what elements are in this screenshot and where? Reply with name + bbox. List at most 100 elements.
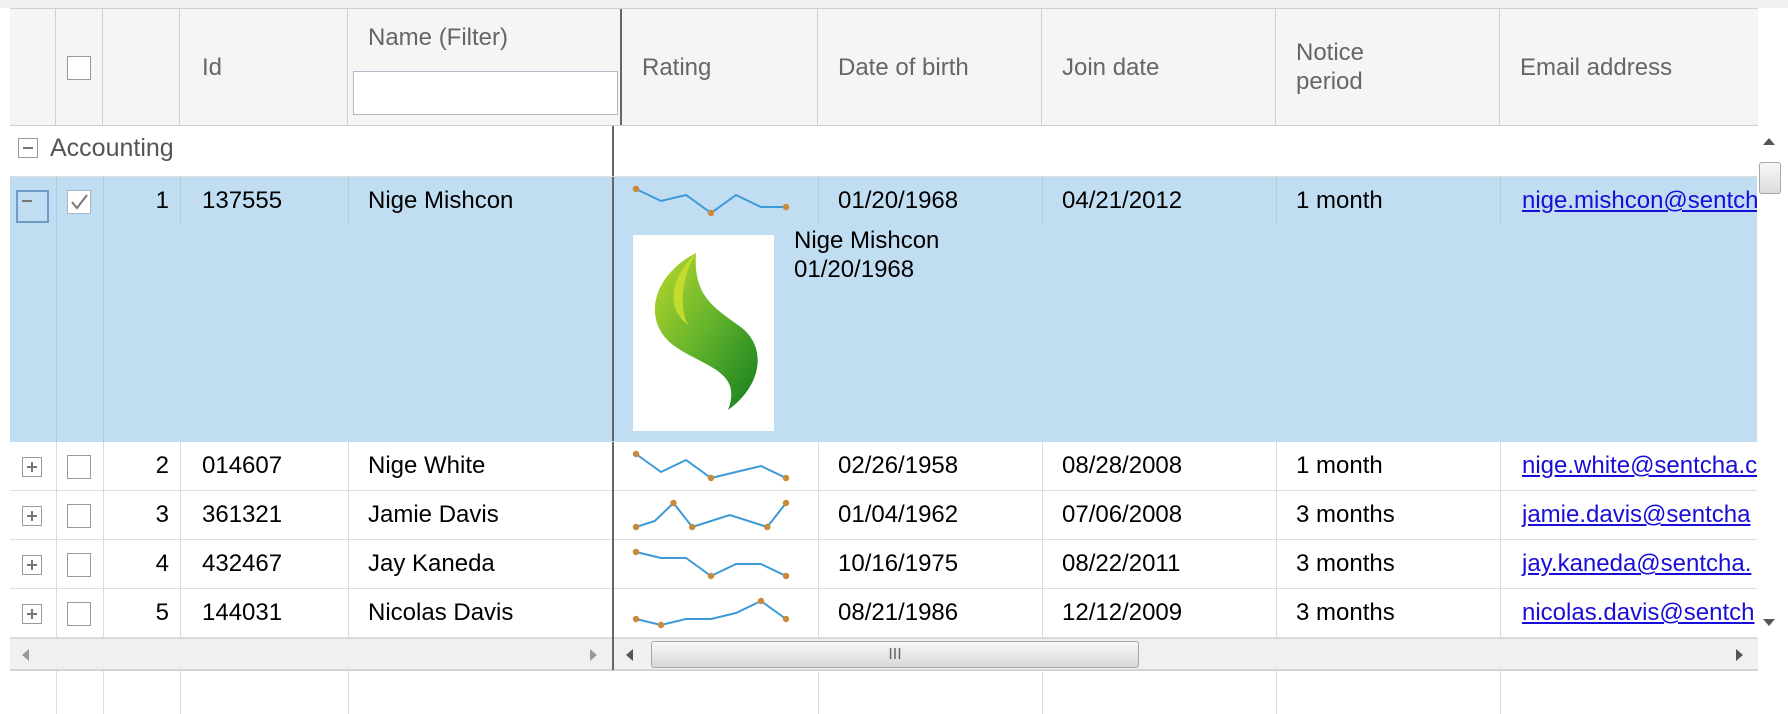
email-link[interactable]: nige.white@sentcha.c xyxy=(1522,452,1757,479)
row-collapse-icon[interactable] xyxy=(16,190,49,223)
sparkline-line xyxy=(635,501,787,529)
row-id: 361321 xyxy=(202,501,283,528)
table-row[interactable]: 3 361321 Jamie Davis 01/04/1962 07/06/20… xyxy=(10,491,1757,540)
row-join: 04/21/2012 xyxy=(1062,187,1183,214)
row-join: 07/06/2008 xyxy=(1062,501,1183,528)
row-id: 432467 xyxy=(202,550,283,577)
grid-header: Id Name (Filter) Rating Date of birth Jo… xyxy=(10,8,1758,126)
row-number: 2 xyxy=(155,452,169,479)
table-row[interactable]: 2 014607 Nige White 02/26/1958 08/28/200… xyxy=(10,442,1757,491)
header-name-label: Name (Filter) xyxy=(368,24,509,51)
header-select-col xyxy=(56,9,103,125)
row-expand-icon[interactable] xyxy=(22,457,42,477)
row-expand-icon[interactable] xyxy=(22,555,42,575)
scroll-left-arrow-icon[interactable] xyxy=(22,649,29,661)
sparkline-line xyxy=(635,599,787,627)
sparkline-point xyxy=(757,597,765,605)
row-number: 4 xyxy=(155,550,169,577)
group-name: Accounting xyxy=(50,134,174,162)
sparkline-point xyxy=(707,572,715,580)
row-number: 5 xyxy=(155,599,169,626)
sparkline-point xyxy=(782,499,790,507)
row-notice: 3 months xyxy=(1296,599,1395,626)
row-notice: 1 month xyxy=(1296,452,1383,479)
sparkline-point xyxy=(632,615,640,623)
row-dob: 08/21/1986 xyxy=(838,599,959,626)
sparkline-line xyxy=(635,188,786,215)
row-name: Nige Mishcon xyxy=(368,187,514,214)
checkmark-icon xyxy=(71,194,88,210)
horizontal-scrollbar-locked[interactable] xyxy=(10,638,612,670)
sparkline-point xyxy=(632,450,640,458)
header-email[interactable]: Email address xyxy=(1500,9,1758,125)
row-name: Jamie Davis xyxy=(368,501,499,528)
scroll-right-arrow-icon[interactable] xyxy=(590,649,597,661)
scroll-up-arrow-icon[interactable] xyxy=(1763,138,1775,145)
row-name: Nige White xyxy=(368,452,486,479)
row-dob: 01/20/1968 xyxy=(838,187,959,214)
horizontal-scroll-thumb[interactable]: III xyxy=(651,641,1139,668)
sparkline-point xyxy=(782,572,790,580)
header-notice-line1: Notice xyxy=(1296,39,1365,66)
row-number: 3 xyxy=(155,501,169,528)
sparkline-line xyxy=(635,551,787,578)
header-dob-label: Date of birth xyxy=(838,54,969,81)
scroll-thumb-grip: III xyxy=(888,646,902,663)
group-collapse-icon[interactable] xyxy=(18,138,38,158)
row-email: jay.kaneda@sentcha. xyxy=(1500,540,1758,588)
group-row-accounting[interactable]: Accounting xyxy=(10,126,1757,177)
row-checkbox[interactable] xyxy=(67,553,91,577)
horizontal-scrollbar-main[interactable]: III xyxy=(614,638,1758,670)
row-expand-icon[interactable] xyxy=(22,506,42,526)
row-checkbox[interactable] xyxy=(67,504,91,528)
email-link[interactable]: jamie.davis@sentcha xyxy=(1522,501,1750,528)
header-rating[interactable]: Rating xyxy=(622,9,818,125)
sparkline-point xyxy=(632,185,640,193)
select-all-checkbox[interactable] xyxy=(67,56,91,80)
header-join-label: Join date xyxy=(1062,54,1160,81)
employee-photo xyxy=(633,235,774,431)
rating-sparkline xyxy=(632,597,790,629)
sparkline-point xyxy=(657,621,665,629)
row-join: 08/22/2011 xyxy=(1062,550,1181,577)
sparkline-point xyxy=(670,499,677,507)
row-checkbox[interactable] xyxy=(67,455,91,479)
table-row[interactable]: 1 137555 Nige Mishcon 01/20/1968 04/21/2… xyxy=(10,177,1758,442)
header-name-filter[interactable]: Name (Filter) xyxy=(348,9,622,125)
row-notice: 1 month xyxy=(1296,187,1383,214)
header-id[interactable]: Id xyxy=(180,9,348,125)
header-expander-col xyxy=(10,9,56,125)
sparkline-point xyxy=(632,548,640,556)
row-dob: 02/26/1958 xyxy=(838,452,959,479)
row-expand-icon[interactable] xyxy=(22,604,42,624)
sparkline-point xyxy=(782,615,790,623)
detail-dob: 01/20/1968 xyxy=(794,256,915,283)
row-email: jamie.davis@sentcha xyxy=(1500,491,1758,539)
sparkline-point xyxy=(782,203,790,211)
table-row[interactable]: 5 144031 Nicolas Davis 08/21/1986 12/12/… xyxy=(10,589,1757,638)
scroll-down-arrow-icon[interactable] xyxy=(1763,619,1775,626)
rating-sparkline xyxy=(632,185,790,217)
row-checkbox[interactable] xyxy=(67,190,91,214)
header-id-label: Id xyxy=(202,54,223,81)
header-notice[interactable]: Notice period xyxy=(1276,9,1500,125)
scroll-right-arrow-icon[interactable] xyxy=(1736,649,1743,661)
email-link[interactable]: jay.kaneda@sentcha. xyxy=(1522,550,1751,577)
row-notice: 3 months xyxy=(1296,550,1395,577)
row-dob: 01/04/1962 xyxy=(838,501,959,528)
table-row[interactable]: 4 432467 Jay Kaneda 10/16/1975 08/22/201… xyxy=(10,540,1757,589)
email-link[interactable]: nige.mishcon@sentch xyxy=(1522,187,1758,214)
email-link[interactable]: nicolas.davis@sentch xyxy=(1522,599,1754,626)
header-rating-label: Rating xyxy=(642,54,712,81)
row-checkbox[interactable] xyxy=(67,602,91,626)
vertical-scroll-thumb[interactable] xyxy=(1759,162,1781,194)
vertical-scrollbar[interactable] xyxy=(1757,126,1781,638)
header-join[interactable]: Join date xyxy=(1042,9,1276,125)
row-email: nicolas.davis@sentch xyxy=(1500,589,1758,637)
scroll-left-arrow-icon[interactable] xyxy=(626,649,633,661)
row-id: 014607 xyxy=(202,452,283,479)
row-join: 08/28/2008 xyxy=(1062,452,1183,479)
row-number: 1 xyxy=(155,187,169,214)
name-filter-input[interactable] xyxy=(353,71,618,115)
header-dob[interactable]: Date of birth xyxy=(818,9,1042,125)
